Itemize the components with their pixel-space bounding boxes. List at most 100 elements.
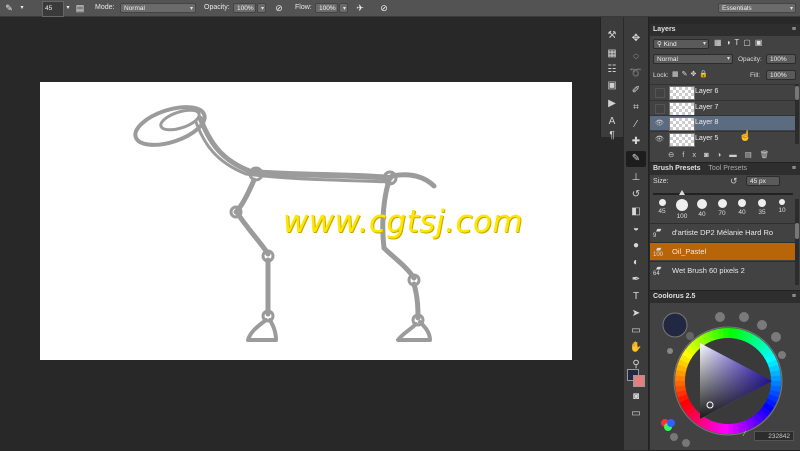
healing-brush-tool-icon[interactable]: ✚ — [626, 134, 646, 150]
type-tool-icon[interactable]: T — [626, 289, 646, 305]
filter-type-icon[interactable]: T — [734, 38, 743, 47]
brush-size-field[interactable]: 45 px — [746, 176, 780, 186]
new-layer-icon[interactable]: ▤ — [745, 150, 760, 159]
layers-scrollbar[interactable] — [795, 84, 799, 144]
reset-size-icon[interactable]: ↺ — [730, 176, 738, 187]
blur-tool-icon[interactable]: ● — [626, 238, 646, 254]
clone-stamp-tool-icon[interactable]: ⊥ — [626, 170, 646, 186]
panel-menu-icon[interactable]: ≡ — [792, 163, 796, 175]
flow-slider-button[interactable]: ▾ — [339, 3, 348, 13]
layer-filter-select[interactable]: ⚲ Kind ▾ — [653, 39, 709, 49]
workspace-select[interactable]: Essentials ▾ — [718, 3, 796, 13]
move-tool-icon[interactable]: ✥ — [626, 31, 646, 47]
brush-list-scrollbar[interactable] — [795, 199, 799, 285]
rectangle-tool-icon[interactable]: ▭ — [626, 323, 646, 339]
visibility-eye-icon[interactable]: 👁 — [655, 135, 664, 143]
paragraph-icon[interactable]: ¶ — [604, 129, 620, 143]
quick-mask-icon[interactable]: ◙ — [626, 389, 646, 405]
brush-tip[interactable]: 40 — [734, 199, 750, 216]
swatches-icon[interactable]: ▦ — [604, 47, 620, 61]
lock-all-icon[interactable]: 🔒 — [699, 71, 711, 78]
coolorus-tab[interactable]: Coolorus 2.5 — [653, 293, 695, 300]
fill-field[interactable]: 100% — [766, 70, 796, 80]
marquee-tool-icon[interactable]: ◌ — [626, 49, 646, 65]
blend-mode-select[interactable]: Normal ▾ — [653, 54, 733, 64]
airbrush-icon[interactable]: ✈ — [354, 2, 366, 14]
screen-mode-icon[interactable]: ▭ — [626, 406, 646, 422]
hex-field[interactable]: 232842 — [754, 431, 794, 441]
brush-size-slider[interactable] — [653, 190, 793, 195]
pressure-opacity-icon[interactable]: ⊘ — [273, 2, 285, 14]
filter-shape-icon[interactable]: ▢ — [743, 38, 755, 47]
character-icon[interactable]: A — [604, 115, 620, 129]
brush-presets-tab[interactable]: Brush Presets — [653, 165, 700, 172]
eraser-tool-icon[interactable]: ◧ — [626, 204, 646, 220]
layer-row[interactable]: Layer 6 — [650, 84, 796, 100]
brush-size-picker[interactable]: 45 — [42, 1, 64, 17]
channels-icon[interactable]: ▣ — [604, 79, 620, 93]
dodge-tool-icon[interactable]: ◐ — [626, 255, 646, 271]
lasso-tool-icon[interactable]: ➰ — [626, 66, 646, 82]
brush-tip[interactable]: 40 — [694, 199, 710, 218]
mode-select[interactable]: Normal ▾ — [120, 3, 196, 13]
layer-row[interactable]: 👁 Layer 5 — [650, 130, 796, 147]
brush-preset-item[interactable]: ▰ 9 d'artiste DP2 Mélanie Hard Ro — [650, 223, 796, 241]
visibility-eye-icon[interactable] — [655, 88, 665, 98]
path-selection-tool-icon[interactable]: ➤ — [626, 306, 646, 322]
history-brush-tool-icon[interactable]: ↺ — [626, 187, 646, 203]
eyedropper-icon[interactable]: ⁄ — [744, 431, 745, 438]
layer-style-icon[interactable]: fx — [682, 150, 704, 159]
pressure-size-icon[interactable]: ⊘ — [378, 2, 390, 14]
actions-play-icon[interactable]: ▶ — [604, 97, 620, 111]
paint-bucket-tool-icon[interactable]: ◒ — [626, 221, 646, 237]
chevron-down-icon: ▾ — [789, 6, 793, 12]
brush-tip[interactable]: 10 — [774, 199, 790, 214]
brush-tip[interactable]: 35 — [754, 199, 770, 216]
chevron-down-icon: ▾ — [342, 6, 346, 12]
brush-tool-icon[interactable]: ✎ — [3, 2, 15, 14]
brush-preset-name: Oil_Pastel — [672, 247, 707, 256]
layer-filter-value: Kind — [663, 41, 677, 48]
filter-pixel-icon[interactable]: ▦ — [714, 38, 726, 47]
brush-picker-chevron-icon[interactable]: ▾ — [62, 2, 74, 14]
layers-tab[interactable]: Layers — [653, 26, 676, 33]
crop-tool-icon[interactable]: ⌗ — [626, 100, 646, 116]
adjustments-icon[interactable]: ☷ — [604, 63, 620, 77]
lock-transparent-icon[interactable]: ▦ — [672, 71, 682, 78]
tool-preset-chevron-icon[interactable]: ▾ — [16, 2, 28, 14]
brush-tip[interactable]: 100 — [674, 199, 690, 220]
brush-panel-toggle-icon[interactable]: ▤ — [74, 2, 86, 14]
opacity-field[interactable]: 100% — [233, 3, 256, 13]
layer-opacity-field[interactable]: 100% — [766, 54, 796, 64]
background-color-swatch[interactable] — [633, 375, 645, 387]
brush-preset-item[interactable]: ▰ 100 Oil_Pastel — [650, 242, 796, 260]
layer-row[interactable]: Layer 7 — [650, 99, 796, 116]
brush-preset-item[interactable]: ▰ 64 Wet Brush 60 pixels 2 — [650, 261, 796, 279]
brush-tip[interactable]: 70 — [714, 199, 730, 217]
hand-tool-icon[interactable]: ✋ — [626, 340, 646, 356]
layer-mask-icon[interactable]: ◙ — [704, 150, 717, 159]
delete-layer-icon[interactable]: 🗑 — [760, 150, 778, 159]
tool-presets-tab[interactable]: Tool Presets — [708, 165, 747, 172]
opacity-slider-button[interactable]: ▾ — [257, 3, 266, 13]
adjustment-layer-icon[interactable]: ◑ — [717, 150, 730, 159]
lock-pixels-icon[interactable]: ✎ — [682, 71, 691, 78]
panel-menu-icon[interactable]: ≡ — [792, 24, 796, 36]
color-wheel[interactable] — [650, 303, 800, 450]
slider-thumb[interactable] — [679, 190, 685, 195]
panel-menu-icon[interactable]: ≡ — [792, 291, 796, 303]
pen-tool-icon[interactable]: ✒ — [626, 272, 646, 288]
brush-stroke-icon: ▰ — [656, 227, 662, 234]
flow-field[interactable]: 100% — [315, 3, 338, 13]
filter-smart-object-icon[interactable]: ▣ — [755, 38, 767, 47]
visibility-eye-icon[interactable] — [655, 103, 665, 114]
new-group-icon[interactable]: ▬ — [729, 150, 745, 159]
history-icon[interactable]: ⚒ — [604, 29, 620, 43]
quick-select-tool-icon[interactable]: ✐ — [626, 83, 646, 99]
brush-tip[interactable]: 45 — [654, 199, 670, 215]
link-layers-icon[interactable]: ⊖ — [668, 150, 682, 159]
eyedropper-tool-icon[interactable]: ⁄ — [626, 117, 646, 133]
visibility-eye-icon[interactable]: 👁 — [655, 119, 664, 127]
brush-tool-icon[interactable]: ✎ — [626, 151, 646, 167]
layer-row[interactable]: 👁 Layer 8 — [650, 115, 796, 131]
